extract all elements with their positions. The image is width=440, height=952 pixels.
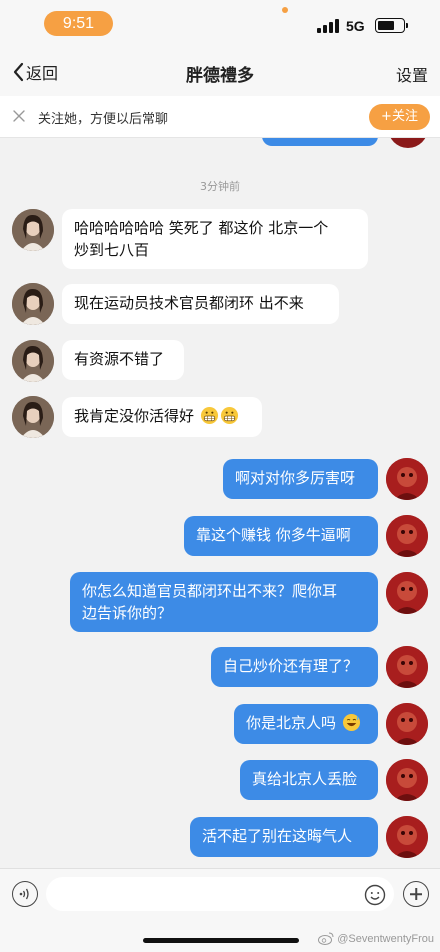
smile-icon[interactable] [364, 884, 386, 906]
network-label: 5G [346, 18, 365, 34]
recording-dot-icon [282, 7, 288, 13]
self-photo [386, 572, 428, 614]
contact-photo [12, 283, 54, 325]
avatar-self[interactable] [386, 759, 428, 801]
avatar-self[interactable] [386, 816, 428, 858]
watermark: @SeventwentyFrou [318, 932, 434, 945]
message-bubble-outgoing[interactable]: 靠这个赚钱 你多牛逼啊 [184, 516, 378, 556]
grimacing-emoji [200, 406, 218, 425]
avatar-self[interactable] [386, 572, 428, 614]
avatar-self[interactable] [386, 703, 428, 745]
message-text: 你怎么知道官员都闭环出不来？爬你耳 [82, 582, 338, 600]
message-bubble-outgoing[interactable]: 啊对对你多厉害呀 [223, 459, 378, 499]
self-photo [386, 646, 428, 688]
message-bubble-incoming[interactable]: 我肯定没你活得好 [62, 397, 262, 437]
avatar-contact[interactable] [12, 209, 54, 251]
message-text: 边告诉你的？ [82, 604, 173, 622]
message-text: 真给北京人丢脸 [252, 770, 358, 788]
self-photo [386, 759, 428, 801]
contact-photo [12, 340, 54, 382]
self-photo [386, 816, 428, 858]
message-bubble-incoming[interactable]: 现在运动员技术官员都闭环 出不来 [62, 284, 339, 324]
message-bubble-incoming[interactable]: 哈哈哈哈哈哈 笑死了 都这价 北京一个 炒到七八百 [62, 209, 368, 269]
message-text: 你是北京人吗 [246, 714, 337, 732]
grimacing-emoji [220, 406, 238, 425]
sweat-smile-emoji [342, 713, 360, 732]
home-indicator[interactable] [143, 938, 299, 943]
voice-button[interactable] [12, 881, 38, 907]
message-input-bar [0, 868, 440, 918]
battery-tip [406, 23, 408, 28]
follow-prompt: 关注她，方便以后常聊 [38, 112, 169, 127]
message-text: 活不起了别在这晦气人 [202, 827, 353, 845]
message-text: 自己炒价还有理了？ [223, 657, 359, 675]
message-text: 炒到七八百 [74, 241, 150, 259]
status-bar: 9:51 5G [0, 0, 440, 48]
settings-button[interactable]: 设置 [396, 62, 428, 86]
avatar-self[interactable] [386, 458, 428, 500]
follow-button[interactable]: +关注 [369, 104, 430, 130]
watermark-text: @SeventwentyFrou [337, 932, 434, 945]
avatar-contact[interactable] [12, 340, 54, 382]
nav-bar: 返回 胖德禮多 设置 [0, 48, 440, 96]
message-text: 我肯定没你活得好 [74, 407, 195, 425]
status-time: 9:51 [44, 11, 113, 36]
message-bubble-outgoing[interactable]: 你怎么知道官员都闭环出不来？爬你耳 边告诉你的？ [70, 572, 378, 632]
voice-icon [19, 888, 29, 900]
message-text: 靠这个赚钱 你多牛逼啊 [196, 526, 351, 544]
weibo-icon [318, 932, 334, 945]
battery-icon [375, 18, 405, 33]
message-text: 啊对对你多厉害呀 [235, 469, 356, 487]
contact-photo [12, 209, 54, 251]
chat-title: 胖德禮多 [186, 66, 254, 86]
message-text: 哈哈哈哈哈哈 笑死了 都这价 北京一个 [74, 219, 329, 237]
plus-icon[interactable] [403, 881, 429, 907]
message-bubble-incoming[interactable]: 有资源不错了 [62, 340, 184, 380]
message-bubble-outgoing[interactable]: 活不起了别在这晦气人 [190, 817, 378, 857]
avatar-self[interactable] [386, 515, 428, 557]
message-text: 现在运动员技术官员都闭环 出不来 [74, 294, 304, 312]
self-photo [386, 458, 428, 500]
close-icon[interactable] [12, 109, 26, 123]
avatar-contact[interactable] [12, 283, 54, 325]
self-photo [386, 703, 428, 745]
message-input[interactable] [46, 877, 394, 911]
message-bubble-outgoing[interactable]: 自己炒价还有理了？ [211, 647, 378, 687]
contact-photo [12, 396, 54, 438]
avatar-self[interactable] [386, 646, 428, 688]
message-bubble-outgoing[interactable]: 你是北京人吗 [234, 704, 378, 744]
message-text: 有资源不错了 [74, 350, 165, 368]
signal-icon [317, 19, 339, 33]
avatar-contact[interactable] [12, 396, 54, 438]
self-photo [386, 515, 428, 557]
message-bubble-outgoing[interactable]: 真给北京人丢脸 [240, 760, 378, 800]
message-timestamp: 3分钟前 [200, 180, 240, 193]
